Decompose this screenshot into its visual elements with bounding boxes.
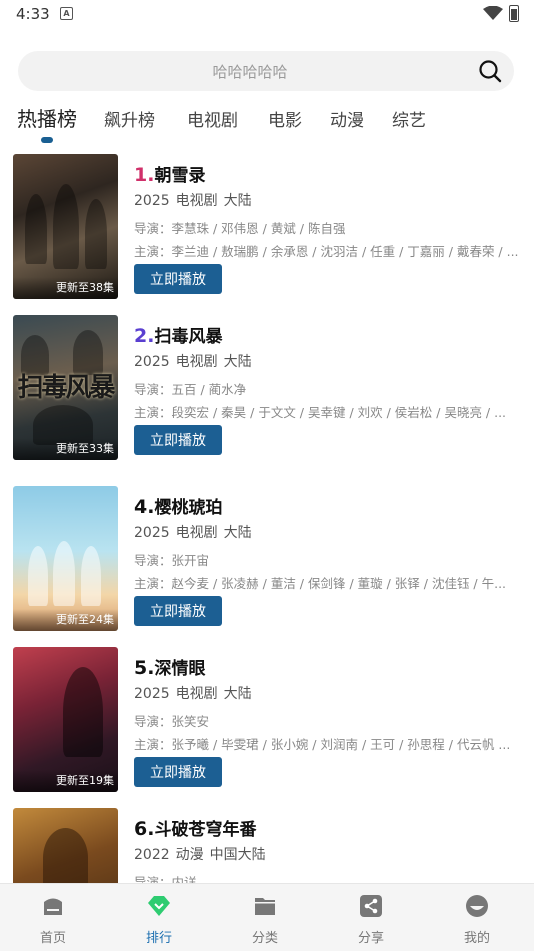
notification-icon: A [60, 7, 73, 20]
episode-badge: 更新至38集 [13, 277, 118, 299]
list-item[interactable]: 6.斗破苍穹年番 2022 动漫 中国大陆 导演：内详 [0, 806, 534, 883]
list-item[interactable]: 更新至19集 5.深情眼 2025 电视剧 大陆 导演：张笑安 主演：张予曦 / 毕… [0, 645, 534, 793]
poster-image[interactable]: 更新至24集 [13, 486, 118, 631]
item-cast: 主演：李兰迪 / 敖瑞鹏 / 余承恩 / 沈羽洁 / 任重 / 丁嘉丽 / 戴春… [134, 244, 519, 259]
tab-tv-series[interactable]: 电视剧 [187, 106, 238, 131]
ranking-list: 更新至38集 1.朝雪录 2025 电视剧 大陆 导演：李慧珠 / 邓伟恩 / 黄斌… [0, 152, 534, 883]
poster-image[interactable]: 更新至19集 [13, 647, 118, 792]
nav-share[interactable]: 分享 [318, 884, 424, 951]
search-input[interactable] [38, 51, 462, 93]
item-meta: 2022 动漫 中国大陆 [134, 847, 266, 863]
item-meta: 2025 电视剧 大陆 [134, 686, 252, 702]
nav-profile[interactable]: 我的 [424, 884, 530, 951]
item-title[interactable]: 5.深情眼 [134, 654, 205, 679]
tab-anime[interactable]: 动漫 [330, 106, 364, 131]
item-director: 导演：张开宙 [134, 553, 210, 568]
play-button[interactable]: 立即播放 [134, 757, 222, 787]
item-director: 导演：张笑安 [134, 714, 210, 729]
episode-badge: 更新至24集 [13, 609, 118, 631]
nav-category[interactable]: 分类 [212, 884, 318, 951]
poster-title-art: 扫毒风暴 [17, 373, 115, 403]
home-icon [44, 898, 62, 915]
item-meta: 2025 电视剧 大陆 [134, 525, 252, 541]
nav-home[interactable]: 首页 [0, 884, 106, 951]
item-cast: 主演：段奕宏 / 秦昊 / 于文文 / 吴幸键 / 刘欢 / 侯岩松 / 吴晓亮… [134, 405, 507, 420]
play-button[interactable]: 立即播放 [134, 264, 222, 294]
rank-number: 2. [134, 325, 155, 347]
battery-icon [509, 5, 519, 22]
item-director: 导演：李慧珠 / 邓伟恩 / 黄斌 / 陈自强 [134, 221, 346, 236]
ranking-tabs: 热播榜 飙升榜 电视剧 电影 动漫 综艺 [0, 100, 534, 144]
ranking-icon [148, 896, 170, 916]
item-title[interactable]: 4.樱桃琥珀 [134, 493, 222, 518]
item-title[interactable]: 1.朝雪录 [134, 161, 205, 186]
item-title[interactable]: 6.斗破苍穹年番 [134, 815, 256, 840]
rank-number: 4. [134, 496, 155, 518]
tab-hot[interactable]: 热播榜 [17, 103, 77, 132]
poster-image[interactable]: 更新至38集 [13, 154, 118, 299]
item-director: 导演：五百 / 蔺水净 [134, 382, 247, 397]
folder-icon [255, 898, 275, 915]
play-button[interactable]: 立即播放 [134, 425, 222, 455]
list-item[interactable]: 更新至24集 4.樱桃琥珀 2025 电视剧 大陆 导演：张开宙 主演：赵今麦 / … [0, 484, 534, 632]
profile-icon [466, 895, 488, 917]
item-title[interactable]: 2.扫毒风暴 [134, 322, 222, 347]
episode-badge: 更新至19集 [13, 770, 118, 792]
rank-number: 6. [134, 818, 155, 840]
share-icon [360, 895, 382, 917]
poster-image[interactable] [13, 808, 118, 883]
rank-number: 5. [134, 657, 155, 679]
wifi-icon [483, 6, 503, 20]
item-cast: 主演：赵今麦 / 张凌赫 / 董洁 / 保剑锋 / 董璇 / 张铎 / 沈佳钰 … [134, 576, 507, 591]
nav-ranking[interactable]: 排行 [106, 884, 212, 951]
search-bar[interactable] [18, 51, 514, 93]
list-item[interactable]: 更新至38集 1.朝雪录 2025 电视剧 大陆 导演：李慧珠 / 邓伟恩 / 黄斌… [0, 152, 534, 300]
episode-badge: 更新至33集 [13, 438, 118, 460]
active-tab-indicator [41, 137, 53, 143]
tab-variety[interactable]: 综艺 [392, 106, 426, 131]
item-meta: 2025 电视剧 大陆 [134, 193, 252, 209]
status-time: 4:33 [16, 5, 50, 23]
bottom-nav: 首页 排行 分类 分享 我的 [0, 883, 534, 951]
play-button[interactable]: 立即播放 [134, 596, 222, 626]
list-item[interactable]: 扫毒风暴 更新至33集 2.扫毒风暴 2025 电视剧 大陆 导演：五百 / 蔺水净… [0, 313, 534, 461]
rank-number: 1. [134, 164, 155, 186]
item-director: 导演：内详 [134, 875, 197, 883]
status-bar: 4:33 A [0, 0, 534, 28]
tab-rising[interactable]: 飙升榜 [104, 106, 155, 131]
search-icon[interactable] [478, 59, 502, 83]
item-cast: 主演：张予曦 / 毕雯珺 / 张小婉 / 刘润南 / 王可 / 孙思程 / 代云… [134, 737, 511, 752]
poster-image[interactable]: 扫毒风暴 更新至33集 [13, 315, 118, 460]
tab-movie[interactable]: 电影 [268, 106, 302, 131]
item-meta: 2025 电视剧 大陆 [134, 354, 252, 370]
